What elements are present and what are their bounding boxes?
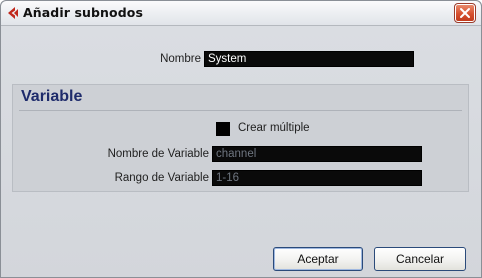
window-title: Añadir subnodos [23, 5, 144, 20]
close-icon [460, 8, 470, 18]
dialog-body: Nombre System Variable Crear múltiple No… [1, 26, 481, 277]
create-multiple-label: Crear múltiple [238, 122, 310, 134]
variable-name-label: Nombre de Variable [107, 148, 209, 160]
variable-range-field[interactable]: 1-16 [212, 170, 422, 186]
cancel-button[interactable]: Cancelar [374, 247, 466, 271]
name-field[interactable]: System [204, 51, 414, 67]
variable-name-field[interactable]: channel [212, 146, 422, 162]
section-title: Variable [21, 88, 83, 105]
cubase-arrow-icon [8, 7, 18, 19]
variable-section: Variable Crear múltiple Nombre de Variab… [12, 84, 469, 192]
title-bar[interactable]: Añadir subnodos [1, 1, 481, 26]
accept-button[interactable]: Aceptar [273, 247, 363, 271]
create-multiple-checkbox[interactable] [216, 122, 230, 136]
section-divider [19, 110, 462, 111]
name-label: Nombre [160, 53, 201, 65]
variable-range-label: Rango de Variable [114, 172, 209, 184]
dialog-window: Añadir subnodos Nombre System Variable C… [0, 0, 482, 278]
close-button[interactable] [454, 3, 476, 23]
